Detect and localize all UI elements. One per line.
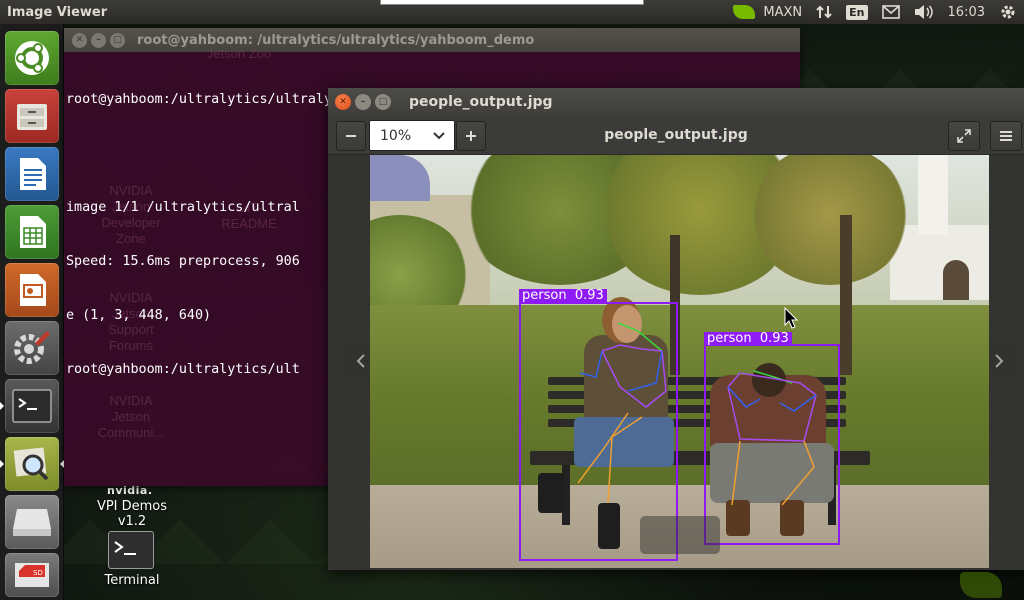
launcher-writer[interactable] (5, 147, 59, 201)
keyboard-indicator[interactable]: En (839, 0, 874, 24)
presentation-icon (20, 274, 46, 306)
messaging-indicator[interactable] (875, 0, 907, 24)
viewer-maximize-button[interactable]: □ (375, 94, 391, 110)
viewer-close-button[interactable]: ✕ (335, 94, 351, 110)
hamburger-menu-icon (1000, 131, 1012, 141)
vpi-demos-label-line2: v1.2 (117, 514, 147, 529)
session-indicator[interactable] (992, 0, 1024, 24)
fullscreen-icon (957, 129, 971, 143)
document-icon (20, 158, 46, 190)
faded-icon-label: Communi... (97, 425, 165, 440)
image-canvas[interactable]: person 0.93 person 0.93 (328, 155, 1024, 570)
launcher-running-indicator (0, 460, 4, 468)
viewer-window-title: people_output.jpg (409, 94, 553, 110)
detection-label: person 0.93 (704, 332, 792, 346)
terminal-minimize-button[interactable]: – (91, 32, 106, 48)
nvidia-power-indicator[interactable]: MAXN (726, 0, 809, 24)
terminal-icon (114, 541, 136, 555)
toolbar-filename: people_output.jpg (604, 127, 748, 143)
power-mode-label: MAXN (763, 4, 803, 20)
viewer-titlebar[interactable]: ✕ – □ people_output.jpg (328, 88, 1024, 116)
displayed-image: person 0.93 person 0.93 (370, 155, 989, 568)
vpi-demos-label[interactable]: VPI Demos v1.2 (84, 499, 180, 529)
launcher-system-settings[interactable] (5, 321, 59, 375)
launcher-terminal[interactable] (0, 379, 59, 433)
detection-label: person 0.93 (519, 289, 607, 303)
launcher-image-viewer[interactable] (0, 437, 64, 491)
terminal-maximize-button[interactable]: □ (110, 32, 125, 48)
launcher-ubuntu-dash[interactable] (5, 31, 59, 85)
gear-icon (1001, 5, 1015, 19)
desktop-nvidia-watermark (960, 572, 1002, 598)
chevron-right-icon (995, 354, 1004, 368)
launcher: SD (0, 24, 64, 600)
pose-skeleton-overlay (577, 322, 817, 506)
clock[interactable]: 16:03 (941, 0, 992, 24)
launcher-files[interactable] (5, 89, 59, 143)
envelope-icon (881, 5, 900, 19)
nvidia-icon (733, 5, 756, 19)
vpi-demos-label-line1: VPI Demos (96, 499, 168, 514)
top-panel: Image Viewer MAXN En 16:03 (0, 0, 1024, 24)
top-search-strip (380, 0, 644, 5)
fullscreen-button[interactable] (948, 121, 980, 151)
drive-icon (13, 509, 51, 536)
launcher-removable-drive[interactable] (5, 495, 59, 549)
file-cabinet-icon (17, 104, 47, 130)
terminal-close-button[interactable]: ✕ (72, 32, 87, 48)
image-viewer-window[interactable]: ✕ – □ people_output.jpg 10% people_outpu… (328, 88, 1024, 570)
launcher-impress[interactable] (5, 263, 59, 317)
settings-icon (14, 331, 50, 364)
terminal-desktop-icon[interactable] (108, 531, 154, 569)
terminal-titlebar[interactable]: ✕ – □ root@yahboom: /ultralytics/ultraly… (64, 28, 800, 52)
speaker-icon (914, 5, 933, 19)
launcher-calc[interactable] (5, 205, 59, 259)
launcher-sd-card[interactable]: SD (5, 553, 59, 597)
network-arrows-icon (816, 5, 832, 19)
network-indicator[interactable] (809, 0, 839, 24)
viewer-toolbar: 10% people_output.jpg (328, 116, 1024, 155)
spreadsheet-icon (20, 216, 46, 248)
terminal-icon (12, 389, 52, 423)
active-app-title: Image Viewer (7, 4, 108, 20)
launcher-running-indicator (0, 402, 4, 410)
image-viewer-icon (13, 447, 49, 481)
sound-indicator[interactable] (907, 0, 941, 24)
chevron-left-icon (356, 354, 365, 368)
viewer-osd-overlay[interactable] (640, 516, 720, 554)
sd-card-icon: SD (15, 563, 49, 587)
system-tray: MAXN En 16:03 (726, 0, 1024, 24)
terminal-desktop-label[interactable]: Terminal (90, 573, 174, 588)
mouse-cursor-icon (784, 307, 798, 329)
viewer-minimize-button[interactable]: – (355, 94, 371, 110)
svg-text:SD: SD (33, 569, 43, 577)
detection-box-person-2 (704, 344, 840, 545)
menu-button[interactable] (990, 121, 1022, 151)
ubuntu-logo-icon (15, 41, 49, 75)
keyboard-layout-label: En (846, 4, 868, 20)
